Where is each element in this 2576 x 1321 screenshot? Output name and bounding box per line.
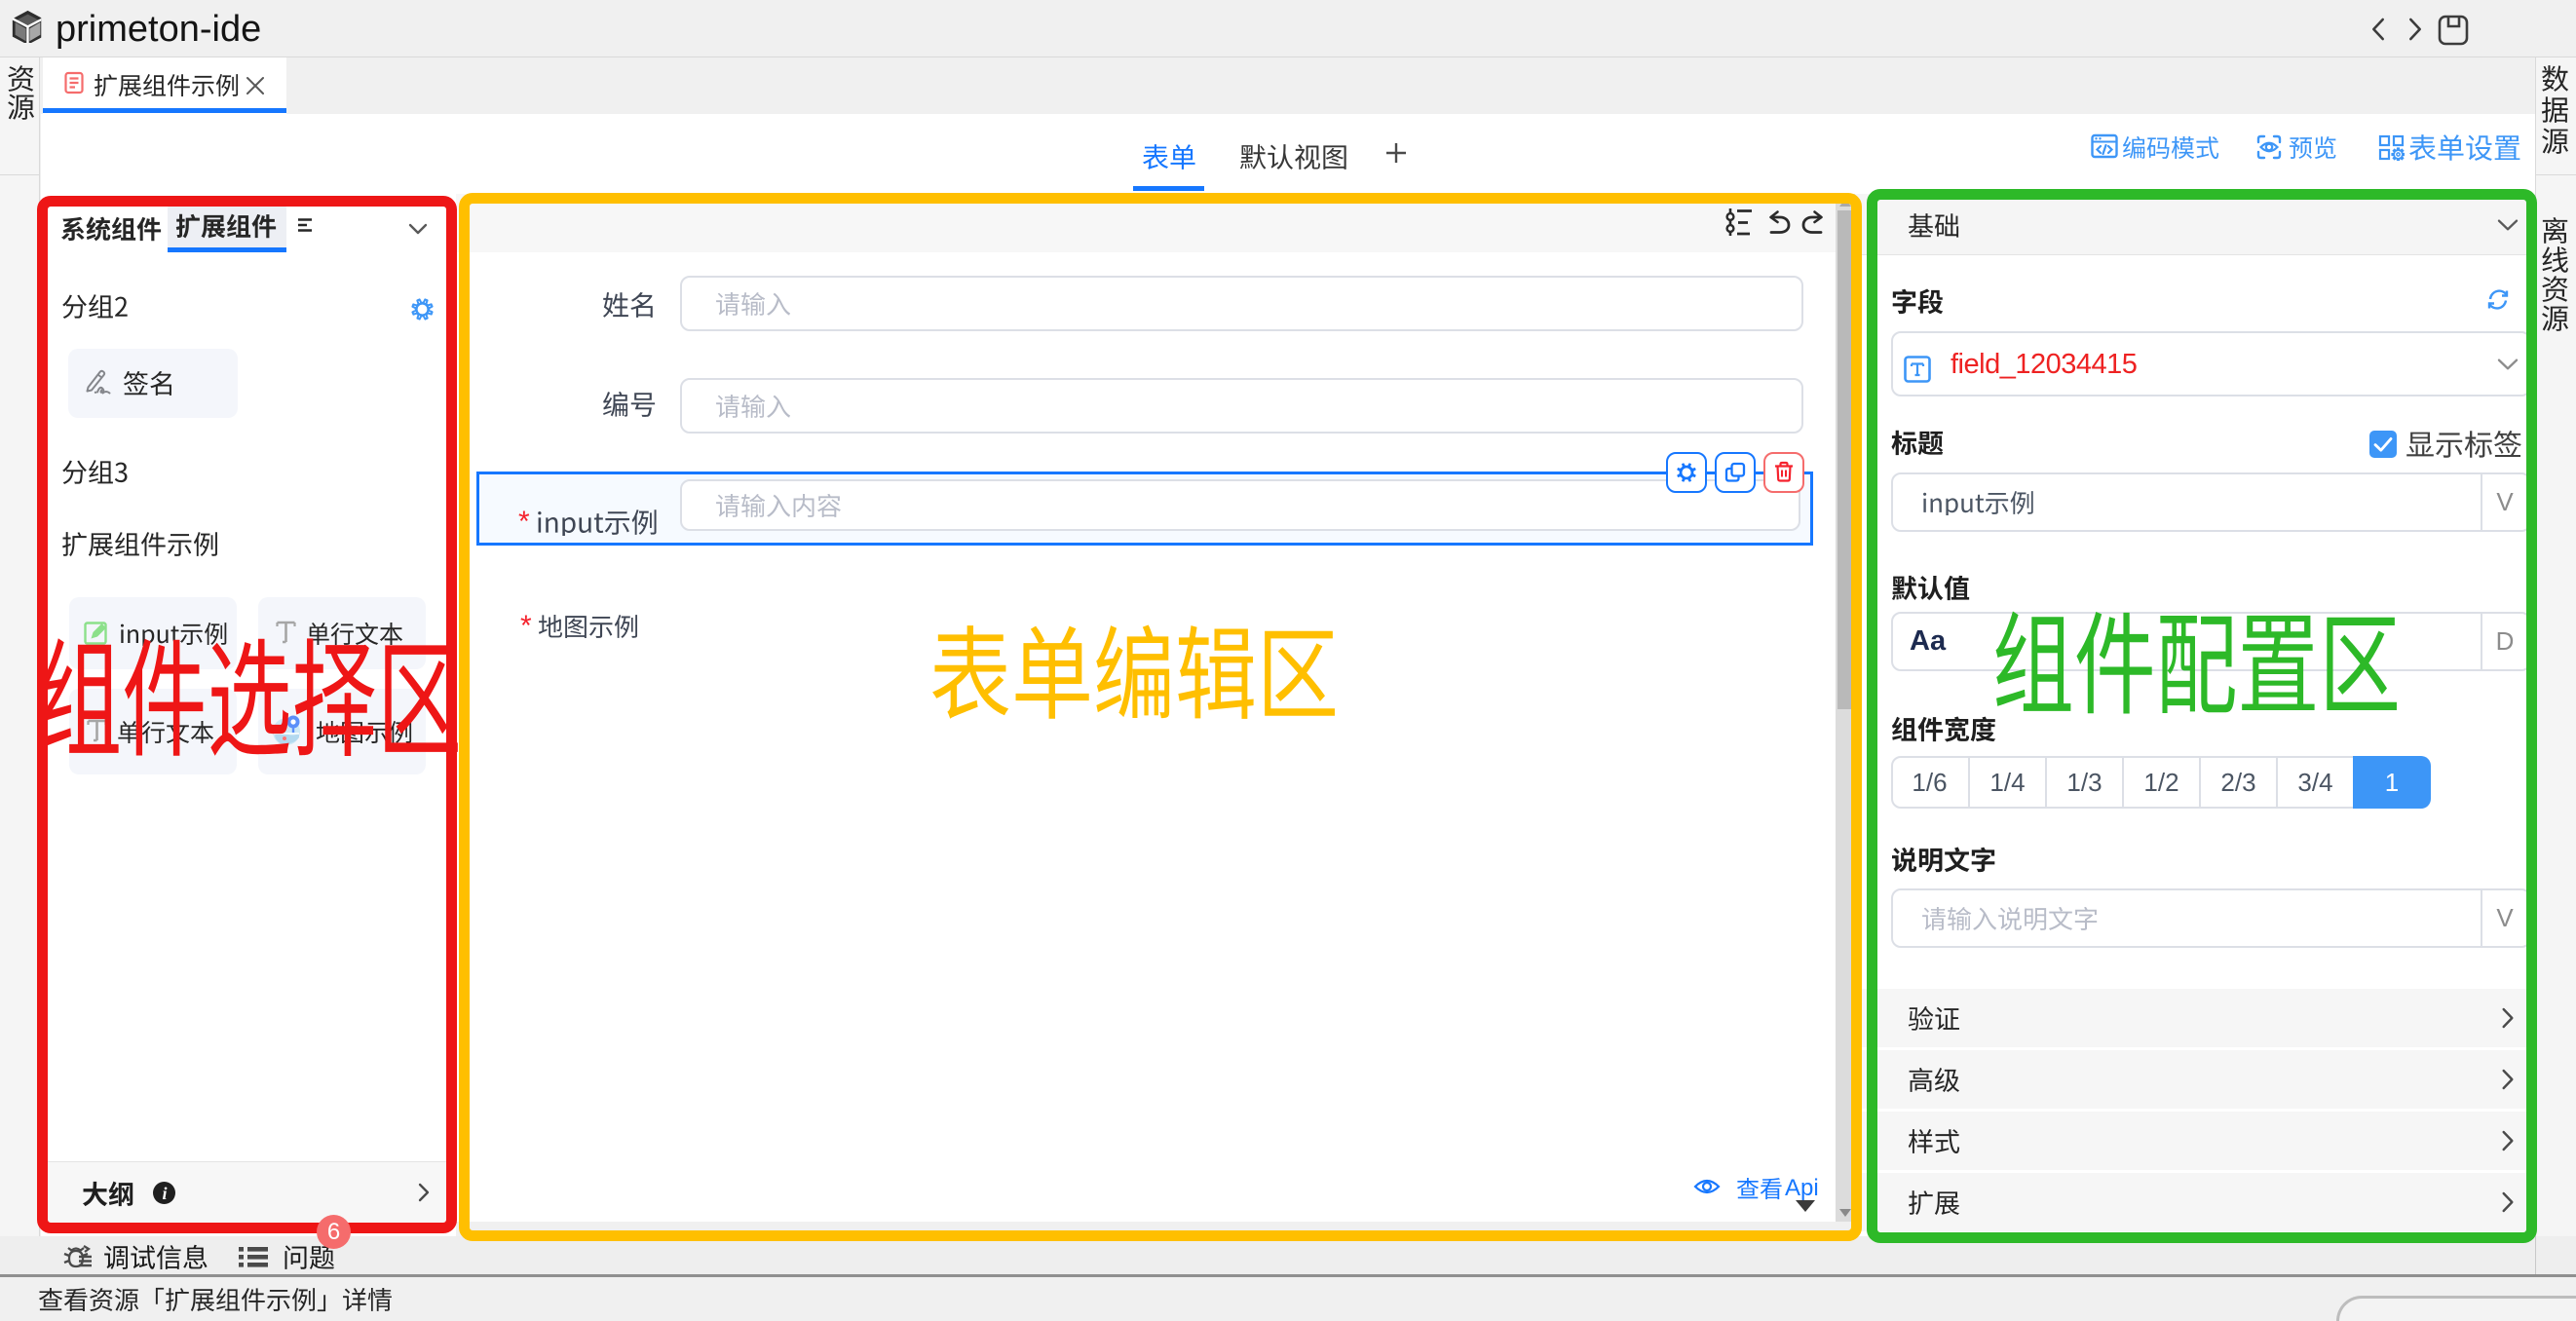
svg-text:i: i — [163, 1184, 168, 1203]
